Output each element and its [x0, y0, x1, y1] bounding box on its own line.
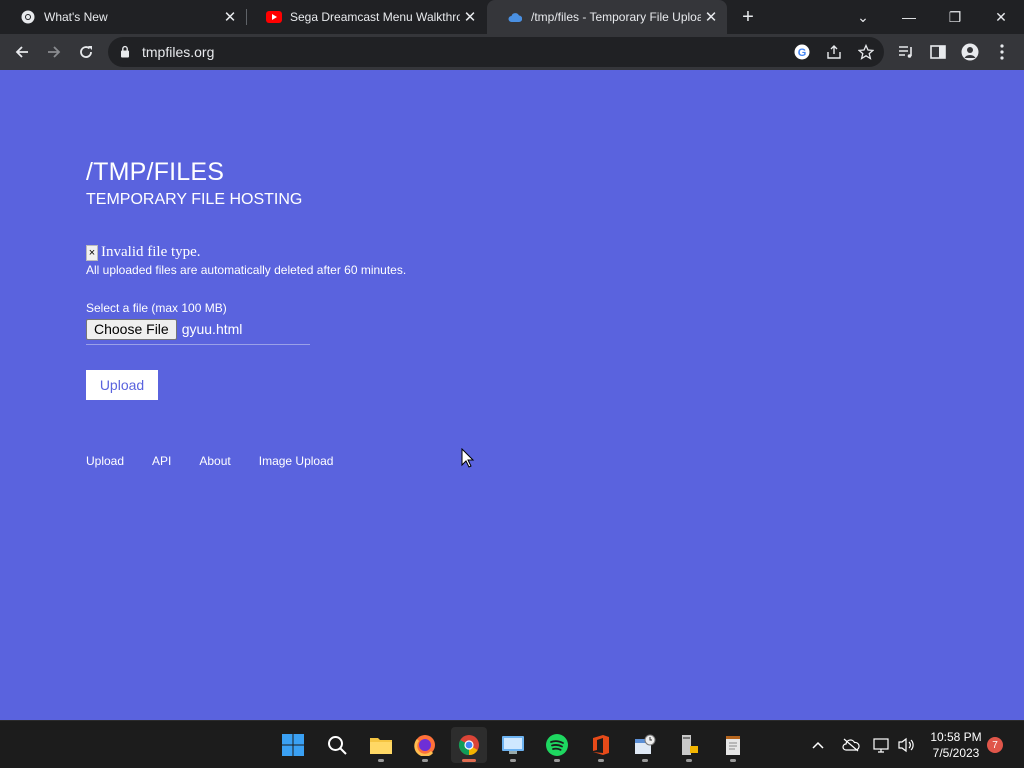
url-text: tmpfiles.org — [142, 44, 215, 60]
tab-title: /tmp/files - Temporary File Uploa — [531, 10, 701, 24]
bookmark-star-icon[interactable] — [856, 42, 876, 62]
selected-file-name: gyuu.html — [181, 321, 243, 337]
onedrive-offline-icon[interactable] — [841, 735, 861, 755]
side-panel-icon[interactable] — [924, 38, 952, 66]
tab-title: Sega Dreamcast Menu Walkthrou — [290, 10, 460, 24]
tab-title: What's New — [44, 10, 108, 24]
mouse-cursor-icon — [461, 447, 475, 473]
close-tab-icon[interactable]: ✕ — [460, 7, 480, 27]
dismiss-error-button[interactable]: × — [86, 244, 98, 261]
tab-search-chevron-icon[interactable]: ⌄ — [840, 0, 886, 34]
folder-icon — [370, 738, 392, 754]
more-menu-icon[interactable] — [988, 38, 1016, 66]
server-lock-icon — [682, 735, 698, 755]
notepad-icon — [726, 736, 740, 755]
search-icon — [328, 736, 347, 755]
clock-date: 7/5/2023 — [932, 746, 980, 760]
choose-file-button[interactable]: Choose File — [86, 319, 177, 340]
new-tab-button[interactable]: + — [737, 6, 759, 28]
error-message: Invalid file type. — [101, 244, 201, 260]
office-icon — [593, 735, 609, 755]
tab-whats-new[interactable]: What's New ✕ — [0, 0, 246, 34]
share-icon[interactable] — [824, 42, 844, 62]
running-indicator — [510, 759, 516, 762]
notification-count-badge[interactable]: 7 — [987, 737, 1003, 753]
device-manager-button[interactable] — [671, 727, 707, 763]
running-indicator — [642, 759, 648, 762]
profile-avatar-icon[interactable] — [956, 38, 984, 66]
tab-strip: What's New ✕ Sega Dreamcast Menu Walkthr… — [0, 0, 1024, 34]
browser-toolbar: tmpfiles.org G — [0, 34, 1024, 70]
error-alert: × Invalid file type. — [86, 244, 201, 261]
system-clock[interactable]: 10:58 PM 7/5/2023 — [925, 729, 987, 761]
spotify-button[interactable] — [539, 727, 575, 763]
clock-time: 10:58 PM — [930, 730, 982, 744]
show-hidden-icons-chevron-icon[interactable] — [808, 735, 828, 755]
calendar-clock-button[interactable] — [627, 727, 663, 763]
windows-taskbar: 10:58 PM 7/5/2023 7 — [0, 720, 1024, 768]
upload-button[interactable]: Upload — [86, 370, 158, 400]
reload-button[interactable] — [72, 38, 100, 66]
page-subtitle: TEMPORARY FILE HOSTING — [86, 191, 303, 208]
remote-desktop-button[interactable] — [495, 727, 531, 763]
close-window-button[interactable]: ✕ — [978, 0, 1024, 34]
tab-sega-dreamcast[interactable]: Sega Dreamcast Menu Walkthrou ✕ — [246, 0, 486, 34]
svg-text:G: G — [798, 47, 807, 59]
cloud-upload-icon — [507, 9, 523, 25]
page-title: /TMP/FILES — [86, 158, 225, 186]
file-input[interactable]: Choose File gyuu.html — [86, 319, 310, 345]
running-indicator — [730, 759, 736, 762]
youtube-icon — [266, 9, 282, 25]
lock-icon[interactable] — [120, 45, 130, 63]
back-button[interactable] — [8, 38, 36, 66]
running-indicator — [554, 759, 560, 762]
file-input-label: Select a file (max 100 MB) — [86, 301, 227, 315]
footer-link-upload[interactable]: Upload — [86, 454, 124, 468]
firefox-icon — [414, 735, 435, 756]
footer-link-api[interactable]: API — [152, 454, 171, 468]
close-tab-icon[interactable]: ✕ — [220, 7, 240, 27]
page-content: /TMP/FILES TEMPORARY FILE HOSTING × Inva… — [0, 70, 1024, 720]
spotify-icon — [546, 734, 568, 756]
retention-note: All uploaded files are automatically del… — [86, 263, 407, 277]
start-button[interactable] — [275, 727, 311, 763]
running-indicator — [598, 759, 604, 762]
chrome-button[interactable] — [451, 727, 487, 763]
search-button[interactable] — [319, 727, 355, 763]
close-tab-icon[interactable]: ✕ — [701, 7, 721, 27]
running-indicator — [686, 759, 692, 762]
restore-button[interactable]: ❐ — [932, 0, 978, 34]
file-explorer-button[interactable] — [363, 727, 399, 763]
volume-icon[interactable] — [896, 735, 916, 755]
chrome-icon — [20, 9, 36, 25]
running-indicator — [462, 759, 476, 762]
minimize-button[interactable]: — — [886, 0, 932, 34]
firefox-button[interactable] — [407, 727, 443, 763]
running-indicator — [422, 759, 428, 762]
footer-link-image-upload[interactable]: Image Upload — [259, 454, 334, 468]
address-bar[interactable]: tmpfiles.org G — [108, 37, 884, 67]
monitor-app-icon — [502, 736, 524, 754]
footer-link-about[interactable]: About — [199, 454, 230, 468]
media-controls-icon[interactable] — [892, 38, 920, 66]
notepad-button[interactable] — [715, 727, 751, 763]
tab-tmpfiles[interactable]: /tmp/files - Temporary File Uploa ✕ — [487, 0, 727, 34]
network-icon[interactable] — [872, 735, 892, 755]
chrome-icon — [458, 735, 479, 756]
google-lens-icon[interactable]: G — [792, 42, 812, 62]
running-indicator — [378, 759, 384, 762]
windows-logo-icon — [282, 734, 304, 756]
footer-nav: Upload API About Image Upload — [86, 454, 361, 468]
calendar-clock-icon — [635, 734, 656, 754]
office-button[interactable] — [583, 727, 619, 763]
forward-button[interactable] — [40, 38, 68, 66]
